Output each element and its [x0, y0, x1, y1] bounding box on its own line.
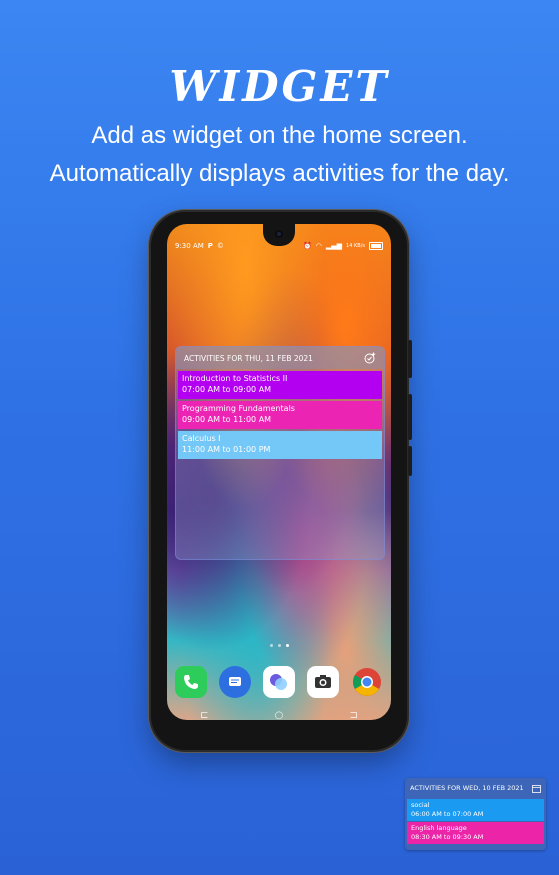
- mini-activity-time: 08:30 AM to 09:30 AM: [411, 833, 484, 841]
- activity-name: Introduction to Statistics II: [182, 374, 288, 383]
- calendar-icon: [532, 784, 541, 793]
- activity-name: Programming Fundamentals: [182, 404, 295, 413]
- phone-app-icon[interactable]: [175, 666, 207, 698]
- subline-1: Add as widget on the home screen.: [91, 122, 468, 149]
- page-indicator: [167, 644, 391, 647]
- calendar-add-icon[interactable]: [364, 352, 376, 364]
- wifi-icon: ◠: [315, 242, 322, 250]
- app-dock: [175, 666, 383, 698]
- recents-icon[interactable]: ⊏: [200, 710, 208, 720]
- chrome-app-icon[interactable]: [351, 666, 383, 698]
- activity-time: 11:00 AM to 01:00 PM: [182, 445, 271, 454]
- mini-activity-item: social 06:00 AM to 07:00 AM: [407, 799, 544, 821]
- activity-item[interactable]: Programming Fundamentals 09:00 AM to 11:…: [178, 401, 382, 429]
- mini-widget-title: ACTIVITIES FOR WED, 10 FEB 2021: [410, 784, 524, 792]
- activity-time: 07:00 AM to 09:00 AM: [182, 385, 272, 394]
- widget-title: ACTIVITIES FOR THU, 11 FEB 2021: [184, 353, 313, 363]
- activity-item[interactable]: Introduction to Statistics II 07:00 AM t…: [178, 371, 382, 399]
- phone-screen: 9:30 AM P © ⏰ ◠ ▂▄▆ 14 KB/s ACTIVITIES F…: [167, 224, 391, 720]
- messages-app-icon[interactable]: [219, 666, 251, 698]
- mini-activity-item: English language 08:30 AM to 09:30 AM: [407, 822, 544, 844]
- network-speed: 14 KB/s: [346, 243, 365, 249]
- headline: WIDGET: [169, 62, 390, 111]
- activity-item[interactable]: Calculus I 11:00 AM to 01:00 PM: [178, 431, 382, 459]
- status-time: 9:30 AM: [175, 242, 204, 250]
- battery-icon: [369, 242, 383, 250]
- camera-app-icon[interactable]: [307, 666, 339, 698]
- signal-icon: ▂▄▆: [325, 242, 343, 250]
- assistant-app-icon[interactable]: [263, 666, 295, 698]
- activity-time: 09:00 AM to 11:00 AM: [182, 415, 272, 424]
- page-dot: [277, 644, 281, 647]
- page-dot-active: [285, 644, 289, 647]
- mini-activity-time: 06:00 AM to 07:00 AM: [411, 810, 484, 818]
- volume-up-button: [408, 394, 412, 440]
- activity-name: Calculus I: [182, 434, 221, 443]
- volume-down-button: [408, 446, 412, 476]
- widget-header: ACTIVITIES FOR THU, 11 FEB 2021: [176, 347, 384, 369]
- subline-2: Automatically displays activities for th…: [49, 160, 510, 187]
- page-dot: [269, 644, 273, 647]
- activities-widget[interactable]: ACTIVITIES FOR THU, 11 FEB 2021 Introduc…: [175, 346, 385, 560]
- front-camera: [275, 230, 283, 238]
- mini-widget-header: ACTIVITIES FOR WED, 10 FEB 2021: [405, 778, 546, 798]
- navigation-bar: ⊏ ○ ⊐: [167, 710, 391, 720]
- phone-mockup: 9:30 AM P © ⏰ ◠ ▂▄▆ 14 KB/s ACTIVITIES F…: [151, 212, 412, 750]
- mini-activity-name: English language: [411, 824, 467, 832]
- mini-activity-name: social: [411, 801, 430, 809]
- mini-widget-preview: ACTIVITIES FOR WED, 10 FEB 2021 social 0…: [405, 778, 546, 850]
- status-bar: 9:30 AM P © ⏰ ◠ ▂▄▆ 14 KB/s: [175, 240, 383, 252]
- alarm-icon: ⏰: [303, 242, 312, 250]
- back-icon[interactable]: ⊐: [350, 710, 358, 720]
- home-icon[interactable]: ○: [275, 710, 284, 720]
- status-p-icon: P: [207, 242, 213, 250]
- power-button: [408, 340, 412, 378]
- status-c-icon: ©: [216, 242, 224, 250]
